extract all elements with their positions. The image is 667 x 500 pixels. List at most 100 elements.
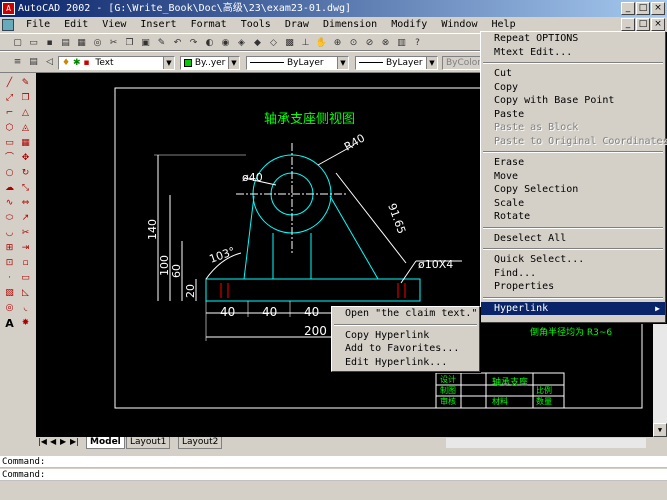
insert-block-icon[interactable]: ⊞ — [3, 242, 16, 255]
undo-icon[interactable]: ↶ — [170, 36, 185, 50]
menu-item-add-to-favorites[interactable]: Add to Favorites... — [332, 342, 479, 356]
lengthen-icon[interactable]: ↗ — [19, 212, 32, 225]
help-icon[interactable]: ? — [410, 36, 425, 50]
hatch-icon[interactable]: ▧ — [3, 287, 16, 300]
minimize-button[interactable]: _ — [621, 2, 635, 15]
menu-item-copy[interactable]: Copy — [481, 81, 665, 95]
menu-file[interactable]: File — [22, 17, 54, 33]
polyline-icon[interactable]: ⌐ — [3, 107, 16, 120]
menu-modify[interactable]: Modify — [387, 17, 431, 33]
linetype-dropdown[interactable]: ByLayer ▼ — [246, 56, 349, 70]
tool-palette-icon[interactable]: ◆ — [250, 36, 265, 50]
paste-icon[interactable]: ▣ — [138, 36, 153, 50]
scale-icon[interactable]: ⤡ — [19, 182, 32, 195]
zoom-window-icon[interactable]: ⊙ — [346, 36, 361, 50]
menu-item-hyperlink[interactable]: Hyperlink ▶ — [481, 301, 665, 315]
mtext-icon[interactable]: A — [3, 317, 16, 330]
extend-icon[interactable]: ⇥ — [19, 242, 32, 255]
save-icon[interactable]: ▪ — [42, 36, 57, 50]
array-icon[interactable]: ▦ — [19, 137, 32, 150]
copy-object-icon[interactable]: ❐ — [19, 92, 32, 105]
document-icon[interactable] — [2, 19, 14, 31]
menu-item-scale[interactable]: Scale — [481, 197, 665, 211]
ellipse-arc-icon[interactable]: ◡ — [3, 227, 16, 240]
tab-layout2[interactable]: Layout2 — [178, 437, 223, 449]
make-current-layer-icon[interactable]: ▤ — [26, 55, 41, 69]
menu-item-erase[interactable]: Erase — [481, 156, 665, 170]
mirror-icon[interactable]: △ — [19, 107, 32, 120]
menu-format[interactable]: Format — [187, 17, 231, 33]
region-icon[interactable]: ◎ — [3, 302, 16, 315]
zoom-extents-icon[interactable]: ⊗ — [378, 36, 393, 50]
maximize-button[interactable]: □ — [636, 2, 650, 15]
menu-insert[interactable]: Insert — [136, 17, 180, 33]
menu-item-open-the-claim-text[interactable]: Open "the claim text." — [332, 307, 479, 321]
tab-nav-last-icon[interactable]: ▶| — [70, 437, 79, 446]
close-button[interactable]: × — [651, 2, 665, 15]
doc-restore-button[interactable]: □ — [636, 18, 650, 31]
plotstyle-dropdown[interactable]: ByColor — [442, 56, 482, 70]
zoom-realtime-icon[interactable]: ⊕ — [330, 36, 345, 50]
rotate-icon[interactable]: ↻ — [19, 167, 32, 180]
tab-nav-prev-icon[interactable]: ◀ — [50, 437, 56, 446]
menu-item-copy-with-base-point[interactable]: Copy with Base Point — [481, 94, 665, 108]
print-icon[interactable]: ▤ — [58, 36, 73, 50]
fillet-icon[interactable]: ◟ — [19, 302, 32, 315]
make-block-icon[interactable]: ⊡ — [3, 257, 16, 270]
scroll-down-arrow[interactable]: ▼ — [653, 423, 667, 437]
revcloud-icon[interactable]: ☁ — [3, 182, 16, 195]
design-center-icon[interactable]: ◈ — [234, 36, 249, 50]
dbconnect-icon[interactable]: ◇ — [266, 36, 281, 50]
circle-icon[interactable]: ○ — [3, 167, 16, 180]
menu-item-mtext-edit[interactable]: Mtext Edit... — [481, 46, 665, 60]
tab-nav-first-icon[interactable]: |◀ — [38, 437, 47, 446]
doc-close-button[interactable]: × — [651, 18, 665, 31]
chamfer-icon[interactable]: ◺ — [19, 287, 32, 300]
command-line-2[interactable]: Command: — [0, 469, 667, 481]
autocad-app-icon[interactable]: A — [2, 2, 15, 15]
break-icon[interactable]: ▭ — [19, 272, 32, 285]
line-icon[interactable]: ╱ — [3, 77, 16, 90]
point-icon[interactable]: · — [3, 272, 16, 285]
polygon-icon[interactable]: ⬡ — [3, 122, 16, 135]
trim-icon[interactable]: ✂ — [19, 227, 32, 240]
new-icon[interactable]: ▢ — [10, 36, 25, 50]
print-preview-icon[interactable]: ▦ — [74, 36, 89, 50]
spline-icon[interactable]: ∿ — [3, 197, 16, 210]
menu-item-move[interactable]: Move — [481, 170, 665, 184]
color-dropdown[interactable]: By..yer ▼ — [180, 56, 240, 70]
lineweight-dropdown[interactable]: ByLayer ▼ — [355, 56, 438, 70]
menu-item-deselect-all[interactable]: Deselect All — [481, 232, 665, 246]
tab-model[interactable]: Model — [86, 437, 125, 449]
today-icon[interactable]: ◉ — [218, 36, 233, 50]
menu-item-properties[interactable]: Properties — [481, 280, 665, 294]
cut-icon[interactable]: ✂ — [106, 36, 121, 50]
redo-icon[interactable]: ↷ — [186, 36, 201, 50]
menu-item-paste[interactable]: Paste — [481, 108, 665, 122]
menu-item-copy-selection[interactable]: Copy Selection — [481, 183, 665, 197]
tab-nav-next-icon[interactable]: ▶ — [60, 437, 66, 446]
menu-item-copy-hyperlink[interactable]: Copy Hyperlink — [332, 329, 479, 343]
ellipse-icon[interactable]: ⬭ — [3, 212, 16, 225]
zoom-previous-icon[interactable]: ⊘ — [362, 36, 377, 50]
match-properties-icon[interactable]: ✎ — [154, 36, 169, 50]
menu-item-find[interactable]: Find... — [481, 267, 665, 281]
menu-item-repeat-options[interactable]: Repeat OPTIONS — [481, 32, 665, 46]
copy-icon[interactable]: ❐ — [122, 36, 137, 50]
layer-manager-icon[interactable]: ≡ — [10, 55, 25, 69]
arc-icon[interactable]: ⌒ — [3, 152, 16, 165]
menu-draw[interactable]: Draw — [281, 17, 313, 33]
menu-window[interactable]: Window — [437, 17, 481, 33]
menu-edit[interactable]: Edit — [60, 17, 92, 33]
rectangle-icon[interactable]: ▭ — [3, 137, 16, 150]
layer-dropdown[interactable]: ♦ ✱ ▪ Text ▼ — [58, 56, 175, 70]
aerial-view-icon[interactable]: ▥ — [394, 36, 409, 50]
move-icon[interactable]: ✥ — [19, 152, 32, 165]
xline-icon[interactable]: ⤢ — [3, 92, 16, 105]
open-icon[interactable]: ▭ — [26, 36, 41, 50]
menu-item-quick-select[interactable]: Quick Select... — [481, 253, 665, 267]
horizontal-scrollbar[interactable] — [446, 438, 646, 448]
menu-tools[interactable]: Tools — [237, 17, 275, 33]
menu-item-edit-hyperlink[interactable]: Edit Hyperlink... — [332, 356, 479, 370]
pan-icon[interactable]: ✋ — [314, 36, 329, 50]
